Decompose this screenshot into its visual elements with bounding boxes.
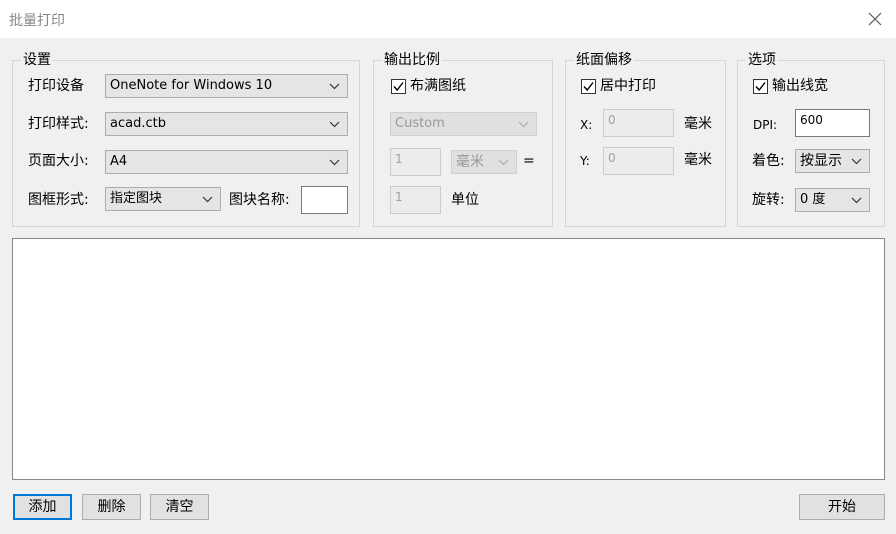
offset-x-input: 0 [603, 109, 674, 137]
dpi-input[interactable]: 600 [795, 109, 870, 137]
drawing-list[interactable] [12, 238, 885, 480]
title-bar: 批量打印 [0, 0, 896, 38]
chevron-down-icon [851, 158, 862, 165]
dpi-label: DPI: [753, 118, 778, 132]
delete-button[interactable]: 删除 [82, 494, 141, 520]
device-value: OneNote for Windows 10 [110, 78, 273, 93]
checkmark-icon [755, 82, 766, 92]
window-title: 批量打印 [9, 13, 65, 29]
start-button[interactable]: 开始 [799, 494, 885, 520]
lineweight-label: 输出线宽 [772, 78, 828, 94]
block-name-label: 图块名称: [229, 192, 290, 208]
chevron-down-icon [202, 196, 213, 203]
style-label: 打印样式: [28, 116, 89, 132]
offset-y-label: Y: [580, 154, 590, 168]
equals-sign: = [523, 153, 535, 169]
fit-paper-label: 布满图纸 [410, 78, 466, 94]
chevron-down-icon [329, 121, 340, 128]
scale-units-label: 单位 [451, 192, 479, 208]
block-name-input[interactable] [301, 186, 348, 214]
frame-label: 图框形式: [28, 192, 89, 208]
checkmark-icon [393, 82, 404, 92]
close-icon[interactable] [862, 6, 888, 32]
frame-value: 指定图块 [110, 191, 163, 206]
rotate-value: 0 度 [800, 192, 826, 207]
color-value: 按显示 [800, 153, 842, 169]
rotate-select[interactable]: 0 度 [795, 188, 870, 212]
settings-legend: 设置 [21, 51, 53, 69]
size-select[interactable]: A4 [105, 150, 348, 174]
offset-y-unit: 毫米 [684, 152, 712, 168]
scale-preset-select: Custom [390, 112, 537, 136]
style-select[interactable]: acad.ctb [105, 112, 348, 136]
size-label: 页面大小: [28, 153, 89, 169]
device-label: 打印设备 [28, 78, 84, 94]
scale-units-input: 1 [390, 186, 441, 214]
color-label: 着色: [752, 153, 785, 169]
color-select[interactable]: 按显示 [795, 149, 870, 173]
offset-x-unit: 毫米 [684, 116, 712, 132]
chevron-down-icon [518, 121, 529, 128]
fit-paper-checkbox[interactable] [391, 79, 406, 94]
scale-legend: 输出比例 [382, 51, 442, 69]
scale-unit-select: 毫米 [451, 150, 517, 174]
scale-unit-value: 毫米 [456, 154, 484, 170]
add-button[interactable]: 添加 [13, 494, 72, 520]
rotate-label: 旋转: [752, 192, 785, 208]
offset-x-label: X: [580, 118, 593, 132]
chevron-down-icon [498, 159, 509, 166]
center-print-checkbox[interactable] [581, 79, 596, 94]
checkmark-icon [583, 82, 594, 92]
chevron-down-icon [329, 159, 340, 166]
style-value: acad.ctb [110, 116, 166, 131]
scale-mm-input: 1 [390, 148, 441, 176]
lineweight-checkbox[interactable] [753, 79, 768, 94]
offset-y-input: 0 [603, 147, 674, 175]
chevron-down-icon [851, 197, 862, 204]
scale-preset-value: Custom [395, 116, 445, 131]
offset-legend: 纸面偏移 [574, 51, 634, 69]
center-print-label: 居中打印 [600, 78, 656, 94]
options-legend: 选项 [746, 51, 778, 69]
chevron-down-icon [329, 83, 340, 90]
size-value: A4 [110, 154, 128, 169]
device-select[interactable]: OneNote for Windows 10 [105, 74, 348, 98]
frame-select[interactable]: 指定图块 [105, 187, 221, 211]
clear-button[interactable]: 清空 [150, 494, 209, 520]
